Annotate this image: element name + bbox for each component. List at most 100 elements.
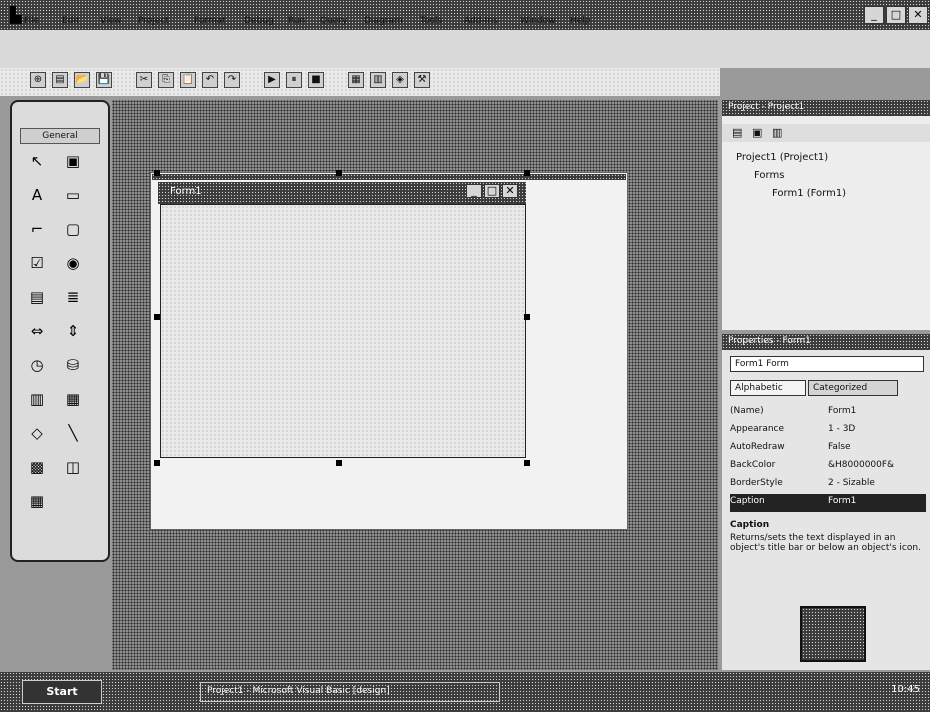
hscrollbar-icon[interactable]: ⇔ bbox=[26, 320, 48, 342]
resize-handle[interactable] bbox=[524, 460, 530, 466]
menu-file[interactable]: File bbox=[20, 16, 43, 30]
menu-help[interactable]: Help bbox=[566, 16, 595, 30]
resize-handle[interactable] bbox=[154, 314, 160, 320]
copy-icon[interactable]: ⎘ bbox=[158, 72, 174, 88]
ole-icon[interactable]: ▦ bbox=[26, 490, 48, 512]
label-icon[interactable]: A bbox=[26, 184, 48, 206]
shape-icon[interactable]: ◇ bbox=[26, 422, 48, 444]
toggle-folders-icon[interactable]: ▥ bbox=[772, 126, 782, 139]
menu-run[interactable]: Run bbox=[284, 16, 309, 30]
menu-add-ins[interactable]: Add-Ins bbox=[460, 16, 502, 30]
menu-edit[interactable]: Edit bbox=[58, 16, 83, 30]
minimize-button[interactable]: _ bbox=[864, 6, 884, 24]
paste-icon[interactable]: 📋 bbox=[180, 72, 196, 88]
form-caption: Form1 bbox=[170, 186, 202, 197]
checkbox-icon[interactable]: ☑ bbox=[26, 252, 48, 274]
view-object-icon[interactable]: ▣ bbox=[752, 126, 762, 139]
open-icon[interactable]: 📂 bbox=[74, 72, 90, 88]
menu-diagram[interactable]: Diagram bbox=[360, 16, 407, 30]
image-icon[interactable]: ▩ bbox=[26, 456, 48, 478]
property-value[interactable]: 1 - 3D bbox=[828, 424, 924, 434]
project-explorer-title: Project - Project1 bbox=[728, 102, 805, 112]
object-selector[interactable]: Form1 Form bbox=[730, 356, 924, 372]
drivelistbox-icon[interactable]: ⛁ bbox=[62, 354, 84, 376]
form-canvas[interactable] bbox=[160, 204, 526, 458]
add-form-icon[interactable]: ▤ bbox=[52, 72, 68, 88]
undo-icon[interactable]: ↶ bbox=[202, 72, 218, 88]
resize-handle[interactable] bbox=[524, 314, 530, 320]
property-row[interactable]: Caption Form1 bbox=[730, 494, 926, 512]
property-row[interactable]: BackColor &H8000000F& bbox=[730, 458, 926, 476]
menu-query[interactable]: Query bbox=[316, 16, 351, 30]
view-code-icon[interactable]: ▤ bbox=[732, 126, 742, 139]
tree-node[interactable]: Project1 (Project1) bbox=[736, 152, 828, 163]
close-button[interactable]: ✕ bbox=[908, 6, 928, 24]
property-name: AutoRedraw bbox=[730, 442, 785, 452]
project-explorer-toolbar: ▤ ▣ ▥ bbox=[722, 124, 930, 142]
property-row[interactable]: AutoRedraw False bbox=[730, 440, 926, 458]
filelistbox-icon[interactable]: ▦ bbox=[62, 388, 84, 410]
toolbox-title: General bbox=[20, 128, 100, 144]
menu-tools[interactable]: Tools bbox=[416, 16, 446, 30]
resize-handle[interactable] bbox=[336, 170, 342, 176]
data-icon[interactable]: ◫ bbox=[62, 456, 84, 478]
commandbutton-icon[interactable]: ▢ bbox=[62, 218, 84, 240]
property-value[interactable]: Form1 bbox=[828, 406, 924, 416]
stop-icon[interactable]: ■ bbox=[308, 72, 324, 88]
object-browser-icon[interactable]: ◈ bbox=[392, 72, 408, 88]
property-name: Caption bbox=[730, 496, 765, 506]
toolbox-icon[interactable]: ⚒ bbox=[414, 72, 430, 88]
property-value[interactable]: False bbox=[828, 442, 924, 452]
property-name: Appearance bbox=[730, 424, 785, 434]
resize-handle[interactable] bbox=[154, 170, 160, 176]
resize-handle[interactable] bbox=[154, 460, 160, 466]
menu-project[interactable]: Project bbox=[134, 16, 173, 30]
optionbutton-icon[interactable]: ◉ bbox=[62, 252, 84, 274]
property-row[interactable]: BorderStyle 2 - Sizable bbox=[730, 476, 926, 494]
tab-categorized[interactable]: Categorized bbox=[808, 380, 898, 396]
menu-format[interactable]: Format bbox=[190, 16, 230, 30]
property-name: (Name) bbox=[730, 406, 764, 416]
timer-icon[interactable]: ◷ bbox=[26, 354, 48, 376]
new-project-icon[interactable]: ⊕ bbox=[30, 72, 46, 88]
form-minimize-button[interactable]: _ bbox=[466, 184, 482, 198]
property-row[interactable]: Appearance 1 - 3D bbox=[730, 422, 926, 440]
property-value[interactable]: &H8000000F& bbox=[828, 460, 924, 470]
picturebox-icon[interactable]: ▣ bbox=[62, 150, 84, 172]
form-layout-preview[interactable] bbox=[800, 606, 866, 662]
taskbar-item[interactable]: Project1 - Microsoft Visual Basic [desig… bbox=[200, 682, 500, 702]
menu-view[interactable]: View bbox=[96, 16, 125, 30]
frame-icon[interactable]: ⌐ bbox=[26, 218, 48, 240]
tab-alphabetic[interactable]: Alphabetic bbox=[730, 380, 806, 396]
dirlistbox-icon[interactable]: ▥ bbox=[26, 388, 48, 410]
combobox-icon[interactable]: ▤ bbox=[26, 286, 48, 308]
property-value[interactable]: Form1 bbox=[828, 496, 924, 506]
properties-icon[interactable]: ▥ bbox=[370, 72, 386, 88]
line-icon[interactable]: ╲ bbox=[62, 422, 84, 444]
pause-icon[interactable]: ⏸ bbox=[286, 72, 302, 88]
start-button[interactable]: Start bbox=[22, 680, 102, 704]
form-maximize-button[interactable]: □ bbox=[484, 184, 500, 198]
textbox-icon[interactable]: ▭ bbox=[62, 184, 84, 206]
menu-window[interactable]: Window bbox=[516, 16, 560, 30]
project-explorer-icon[interactable]: ▦ bbox=[348, 72, 364, 88]
taskbar-clock: 10:45 bbox=[891, 684, 920, 695]
listbox-icon[interactable]: ≣ bbox=[62, 286, 84, 308]
tree-node[interactable]: Forms bbox=[754, 170, 784, 181]
form-close-button[interactable]: ✕ bbox=[502, 184, 518, 198]
cut-icon[interactable]: ✂ bbox=[136, 72, 152, 88]
save-icon[interactable]: 💾 bbox=[96, 72, 112, 88]
resize-handle[interactable] bbox=[336, 460, 342, 466]
run-icon[interactable]: ▶ bbox=[264, 72, 280, 88]
resize-handle[interactable] bbox=[524, 170, 530, 176]
property-value[interactable]: 2 - Sizable bbox=[828, 478, 924, 488]
tree-node[interactable]: Form1 (Form1) bbox=[772, 188, 846, 199]
pointer-icon[interactable]: ↖ bbox=[26, 150, 48, 172]
vscrollbar-icon[interactable]: ⇕ bbox=[62, 320, 84, 342]
property-row[interactable]: (Name) Form1 bbox=[730, 404, 926, 422]
maximize-button[interactable]: □ bbox=[886, 6, 906, 24]
menu-debug[interactable]: Debug bbox=[240, 16, 278, 30]
redo-icon[interactable]: ↷ bbox=[224, 72, 240, 88]
property-description-box: Caption Returns/sets the text displayed … bbox=[730, 520, 926, 590]
property-name: BackColor bbox=[730, 460, 776, 470]
